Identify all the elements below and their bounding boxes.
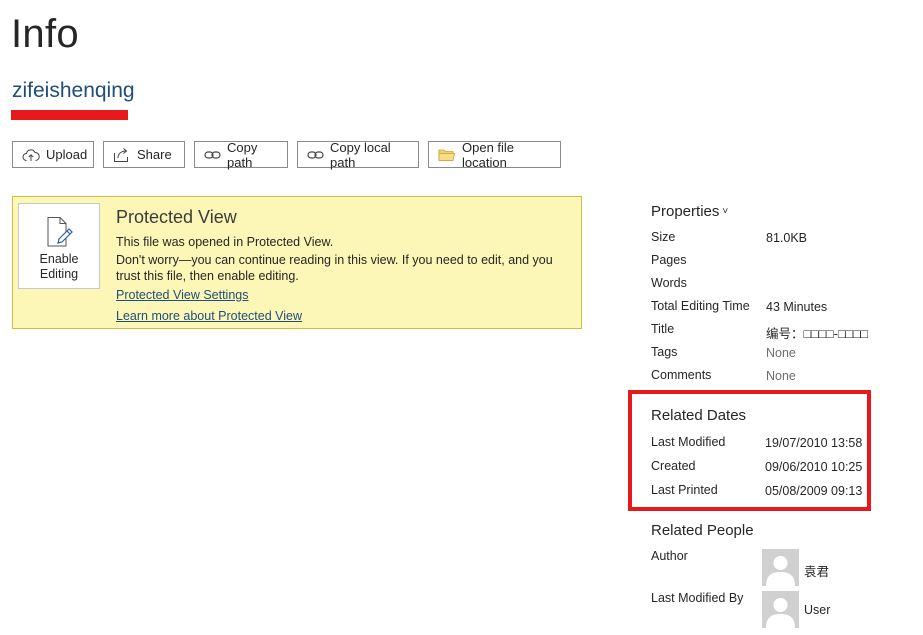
related-dates-title: Related Dates <box>651 407 747 424</box>
last-modified-by-name[interactable]: User <box>804 603 830 617</box>
share-label: Share <box>137 147 172 162</box>
date-label-last-printed: Last Printed <box>651 483 718 497</box>
open-file-location-label: Open file location <box>462 139 515 170</box>
date-value-last-printed: 05/08/2009 09:13 <box>765 484 863 498</box>
enable-editing-line1: Enable <box>39 252 79 266</box>
property-value-editing-time: 43 Minutes <box>766 300 828 314</box>
property-value-comments[interactable]: None <box>766 369 796 383</box>
date-value-last-modified: 19/07/2010 13:58 <box>765 436 863 450</box>
open-file-location-button[interactable]: Open file location <box>428 139 561 170</box>
related-people-title: Related People <box>651 522 754 539</box>
property-value-tags[interactable]: None <box>766 346 796 360</box>
author-name[interactable]: 袁君 <box>804 561 829 580</box>
last-modified-by-avatar <box>762 591 799 628</box>
property-label-tags: Tags <box>651 345 678 359</box>
copy-local-path-button[interactable]: Copy local path <box>297 139 419 170</box>
copy-local-path-label: Copy local path <box>330 139 391 170</box>
property-value-size: 81.0KB <box>766 231 808 245</box>
copy-path-label: Copy path <box>227 139 258 170</box>
page-title: Info <box>11 12 79 56</box>
properties-title: Properties <box>651 203 720 220</box>
property-label-title: Title <box>651 322 675 336</box>
upload-button[interactable]: Upload <box>12 141 94 168</box>
properties-dropdown[interactable]: Properties ˅ <box>651 203 728 220</box>
enable-editing-button[interactable]: Enable Editing <box>18 203 100 289</box>
protected-view-banner: Enable Editing Protected View This file … <box>12 196 582 329</box>
link-icon <box>204 150 221 159</box>
property-value-title[interactable]: 编号：□□□□-□□□□ <box>766 323 868 342</box>
share-icon <box>114 147 128 162</box>
property-label-comments: Comments <box>651 368 712 382</box>
chevron-down-icon: ˅ <box>722 206 729 217</box>
document-name: zifeishenqing <box>12 79 135 102</box>
author-avatar <box>762 549 799 586</box>
date-value-created: 09/06/2010 10:25 <box>765 460 863 474</box>
share-button[interactable]: Share <box>103 141 185 168</box>
property-label-editing-time: Total Editing Time <box>651 299 750 313</box>
redaction-underline <box>11 110 128 120</box>
cloud-upload-icon <box>22 148 40 161</box>
folder-icon <box>438 149 455 161</box>
property-label-words: Words <box>651 276 687 290</box>
protected-view-settings-link[interactable]: Protected View Settings <box>116 288 248 302</box>
property-label-size: Size <box>651 230 676 244</box>
protected-view-detail: Don't worry—you can continue reading in … <box>116 253 553 283</box>
enable-editing-line2: Editing <box>39 267 79 281</box>
link-icon <box>307 150 324 159</box>
learn-more-protected-view-link[interactable]: Learn more about Protected View <box>116 309 302 323</box>
author-label: Author <box>651 549 688 563</box>
edit-document-icon <box>47 217 73 247</box>
date-label-last-modified: Last Modified <box>651 435 726 449</box>
copy-path-button[interactable]: Copy path <box>194 139 288 170</box>
last-modified-by-label: Last Modified By <box>651 591 744 605</box>
protected-view-title: Protected View <box>116 207 237 227</box>
property-label-pages: Pages <box>651 253 687 267</box>
upload-label: Upload <box>46 147 88 162</box>
date-label-created: Created <box>651 459 696 473</box>
person-icon <box>766 598 795 628</box>
person-icon <box>766 556 795 586</box>
protected-view-message: This file was opened in Protected View. <box>116 235 334 249</box>
